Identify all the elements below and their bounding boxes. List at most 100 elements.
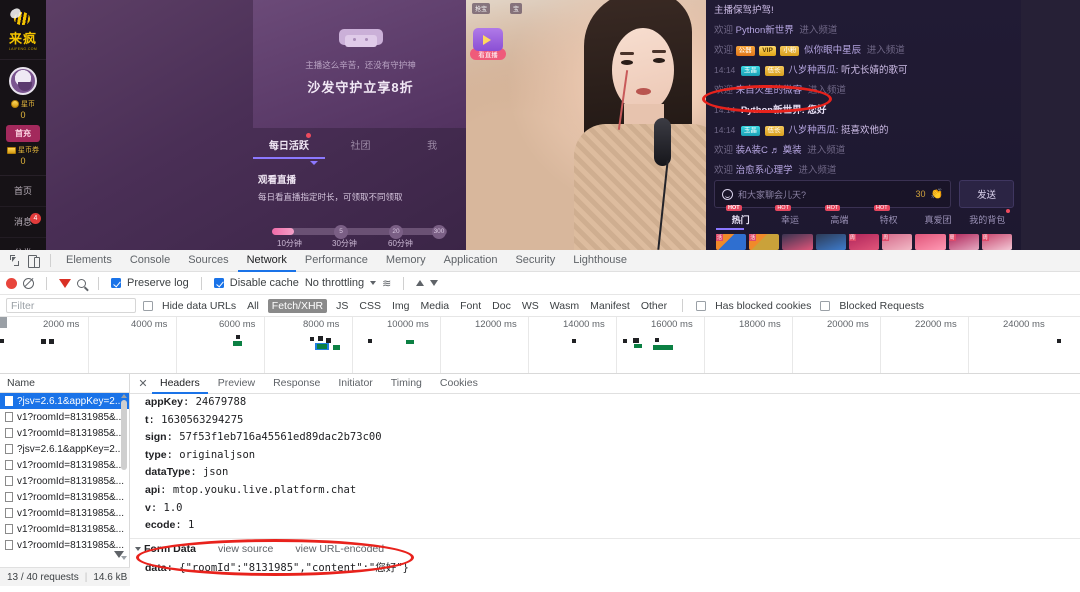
- table-row[interactable]: v1?roomId=8131985&...: [0, 425, 129, 441]
- filter-icon[interactable]: [59, 278, 71, 288]
- chat-username[interactable]: 装A装C ♬ 奠装: [736, 145, 802, 156]
- tab-community[interactable]: 社团: [325, 137, 397, 152]
- request-list-scrollbar[interactable]: [120, 394, 128, 546]
- detail-tab-cookies[interactable]: Cookies: [432, 374, 486, 394]
- chat-input[interactable]: 和大家聊会儿天? 30 👏: [714, 180, 951, 208]
- gift-tab-hot[interactable]: HOT 热门: [716, 205, 765, 226]
- filter-type-all[interactable]: All: [245, 300, 261, 312]
- table-row[interactable]: v1?roomId=8131985&...: [0, 473, 129, 489]
- table-row[interactable]: ?jsv=2.6.1&appKey=2...: [0, 393, 129, 409]
- chat-username[interactable]: 八岁种西瓜:: [788, 65, 838, 76]
- gift-item[interactable]: 周: [848, 234, 880, 250]
- chat-username[interactable]: 治愈系心理学: [736, 165, 793, 176]
- filter-type-media[interactable]: Media: [419, 300, 452, 312]
- detail-tab-initiator[interactable]: Initiator: [330, 374, 380, 394]
- form-data-section-header[interactable]: Form Data view source view URL-encoded: [130, 537, 1080, 557]
- progress-node-2[interactable]: 20: [389, 225, 403, 239]
- filter-type-ws[interactable]: WS: [520, 300, 541, 312]
- export-har-icon[interactable]: [430, 280, 439, 286]
- sidebar-item-messages[interactable]: 消息 4: [0, 207, 46, 238]
- filter-type-img[interactable]: Img: [390, 300, 412, 312]
- tab-performance[interactable]: Performance: [296, 250, 377, 272]
- scrollbar-thumb[interactable]: [121, 400, 127, 470]
- view-source-link[interactable]: view source: [218, 543, 273, 555]
- table-row[interactable]: v1?roomId=8131985&...: [0, 409, 129, 425]
- gift-item[interactable]: 活: [749, 234, 780, 250]
- emoji-icon[interactable]: [722, 188, 733, 200]
- gift-tab-fanclub[interactable]: 真爱团: [913, 213, 962, 226]
- search-icon[interactable]: [77, 278, 86, 288]
- detail-tab-response[interactable]: Response: [265, 374, 328, 394]
- filter-type-other[interactable]: Other: [639, 300, 669, 312]
- gift-item[interactable]: [782, 234, 813, 250]
- chat-username[interactable]: Python新世界: [736, 25, 794, 36]
- preserve-log-checkbox[interactable]: [111, 278, 121, 288]
- record-button[interactable]: [6, 277, 17, 289]
- gesture-icon[interactable]: 👏: [931, 189, 943, 200]
- tab-lighthouse[interactable]: Lighthouse: [564, 250, 636, 272]
- gift-item[interactable]: 周: [981, 234, 1012, 250]
- chat-username[interactable]: 八岁种西瓜:: [788, 125, 838, 136]
- device-toolbar-button[interactable]: [24, 252, 44, 270]
- filter-input[interactable]: Filter: [6, 298, 136, 313]
- filter-type-doc[interactable]: Doc: [490, 300, 513, 312]
- table-row[interactable]: v1?roomId=8131985&...: [0, 505, 129, 521]
- table-row[interactable]: ?jsv=2.6.1&appKey=2...: [0, 441, 129, 457]
- gift-item[interactable]: [915, 234, 946, 250]
- has-blocked-cookies-checkbox[interactable]: [696, 300, 707, 311]
- gift-tab-premium[interactable]: HOT 高端: [815, 205, 864, 226]
- list-filter-icon[interactable]: [114, 551, 124, 558]
- view-url-encoded-link[interactable]: view URL-encoded: [295, 543, 384, 555]
- tab-memory[interactable]: Memory: [377, 250, 435, 272]
- table-row[interactable]: v1?roomId=8131985&...: [0, 457, 129, 473]
- tab-security[interactable]: Security: [506, 250, 564, 272]
- tab-network[interactable]: Network: [237, 250, 296, 272]
- table-row[interactable]: v1?roomId=8131985&...: [0, 489, 129, 505]
- gift-tab-privilege[interactable]: HOT 特权: [864, 205, 913, 226]
- request-column-header[interactable]: Name: [0, 374, 129, 393]
- table-row[interactable]: v1?roomId=8131985&...: [0, 537, 129, 553]
- chat-username[interactable]: Python新世界:: [741, 105, 805, 116]
- avatar[interactable]: [9, 67, 37, 95]
- clear-button[interactable]: [23, 277, 34, 289]
- gift-tab-backpack[interactable]: 我的背包: [963, 209, 1012, 226]
- filter-type-manifest[interactable]: Manifest: [588, 300, 632, 312]
- send-button[interactable]: 发送: [959, 180, 1014, 208]
- tab-daily-activity[interactable]: 每日活跃: [253, 132, 325, 152]
- network-conditions-icon[interactable]: ≋: [382, 277, 391, 290]
- sidebar-item-categories[interactable]: 分类: [0, 238, 46, 250]
- filter-type-fetch-xhr[interactable]: Fetch/XHR: [267, 298, 328, 313]
- blocked-requests-checkbox[interactable]: [820, 300, 831, 311]
- throttling-select[interactable]: No throttling: [305, 277, 364, 289]
- gift-item[interactable]: 活: [716, 234, 747, 250]
- tab-sources[interactable]: Sources: [179, 250, 237, 272]
- filter-type-css[interactable]: CSS: [357, 300, 383, 312]
- detail-tab-timing[interactable]: Timing: [383, 374, 430, 394]
- filter-type-js[interactable]: JS: [334, 300, 350, 312]
- gift-item[interactable]: 周: [882, 234, 913, 250]
- inspect-element-button[interactable]: [4, 252, 24, 270]
- sidebar-item-home[interactable]: 首页: [0, 176, 46, 207]
- chat-username[interactable]: 似你眼中星辰: [804, 45, 861, 56]
- tab-elements[interactable]: Elements: [57, 250, 121, 272]
- table-row[interactable]: v1?roomId=8131985&...: [0, 521, 129, 537]
- chevron-down-icon[interactable]: [370, 281, 377, 285]
- tab-application[interactable]: Application: [435, 250, 507, 272]
- disable-cache-checkbox[interactable]: [213, 278, 224, 288]
- stream-video[interactable]: 抢宝 宝 看直播: [466, 0, 706, 250]
- gift-tab-lucky[interactable]: HOT 幸运: [765, 205, 814, 226]
- network-overview-timeline[interactable]: 2000 ms 4000 ms 6000 ms 8000 ms 10000 ms…: [0, 317, 1080, 374]
- guardian-promo-card[interactable]: 主播这么辛苦，还没有守护神 沙发守护立享8折: [253, 0, 468, 128]
- recharge-button[interactable]: 首充: [6, 125, 40, 142]
- chevron-down-icon[interactable]: [135, 546, 141, 551]
- close-icon[interactable]: ✕: [136, 377, 150, 390]
- progress-node-3[interactable]: 300: [432, 225, 446, 239]
- chat-username[interactable]: 来自火星的微客: [736, 85, 803, 96]
- filter-type-wasm[interactable]: Wasm: [548, 300, 581, 312]
- detail-tab-preview[interactable]: Preview: [210, 374, 263, 394]
- watch-live-badge[interactable]: 看直播: [470, 28, 506, 60]
- brand-logo[interactable]: 来疯 LAIFENG.COM: [0, 0, 46, 60]
- hide-data-urls-checkbox[interactable]: [143, 300, 153, 311]
- gift-item[interactable]: 周: [948, 234, 979, 250]
- scroll-up-icon[interactable]: [121, 394, 127, 398]
